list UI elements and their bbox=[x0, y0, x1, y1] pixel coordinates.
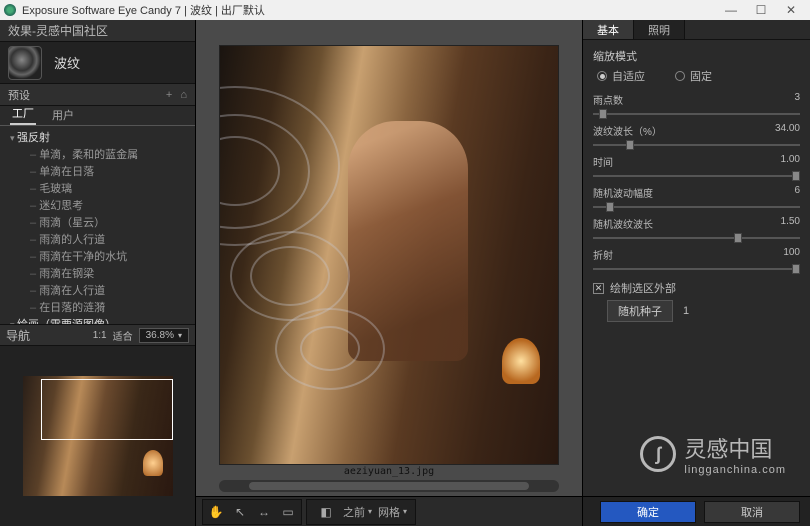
preset-label: 预设 bbox=[8, 87, 30, 103]
radio-fixed[interactable]: 固定 bbox=[675, 68, 712, 84]
effects-header: 效果-灵感中国社区 bbox=[0, 20, 195, 42]
preset-item[interactable]: 雨滴（星云） bbox=[10, 215, 193, 232]
slider-track[interactable] bbox=[593, 264, 800, 274]
canvas-toolbar: ✋ ↖ ↔ ▭ ◧ 之前▾ 网格▾ bbox=[196, 496, 582, 526]
minimize-button[interactable]: — bbox=[716, 3, 746, 17]
nav-header: 导航 1:1 适合 36.8% ▾ bbox=[0, 324, 195, 346]
slider-value: 3 bbox=[794, 92, 800, 107]
tab-lighting[interactable]: 照明 bbox=[634, 20, 685, 39]
preset-group[interactable]: 绘画（需要源图像） bbox=[10, 317, 193, 324]
slider-knob[interactable] bbox=[792, 171, 800, 181]
radio-auto[interactable]: 自适应 bbox=[597, 68, 645, 84]
slider-track[interactable] bbox=[593, 109, 800, 119]
seed-value: 1 bbox=[683, 305, 689, 317]
radio-dot-icon bbox=[675, 71, 685, 81]
ok-button[interactable]: 确定 bbox=[600, 501, 696, 523]
add-preset-icon[interactable]: + bbox=[166, 89, 172, 101]
preview-toggle-icon[interactable]: ◧ bbox=[315, 502, 337, 522]
preset-item[interactable]: 单滴在日落 bbox=[10, 164, 193, 181]
slider-knob[interactable] bbox=[626, 140, 634, 150]
slider-随机波纹波长: 随机波纹波长 1.50 bbox=[593, 216, 800, 243]
nav-label: 导航 bbox=[6, 327, 87, 344]
hand-tool-icon[interactable]: ✋ bbox=[205, 502, 227, 522]
preset-item[interactable]: 雨滴的人行道 bbox=[10, 232, 193, 249]
checkbox-icon: ✕ bbox=[593, 283, 604, 294]
slider-knob[interactable] bbox=[606, 202, 614, 212]
maximize-button[interactable]: ☐ bbox=[746, 3, 776, 17]
slider-track[interactable] bbox=[593, 233, 800, 243]
app-logo-icon bbox=[4, 4, 16, 16]
nav-fit[interactable]: 适合 bbox=[113, 328, 133, 343]
slider-时间: 时间 1.00 bbox=[593, 154, 800, 181]
nav-viewport-frame[interactable] bbox=[41, 379, 173, 440]
preset-item[interactable]: 单滴，柔和的蓝金属 bbox=[10, 147, 193, 164]
slider-折射: 折射 100 bbox=[593, 247, 800, 274]
chevron-down-icon: ▾ bbox=[178, 331, 182, 340]
left-panel: 效果-灵感中国社区 波纹 预设 + ⌂ 工厂 用户 强反射单滴，柔和的蓝金属单滴… bbox=[0, 20, 196, 526]
move-tool-icon[interactable]: ↔ bbox=[253, 502, 275, 522]
preset-item[interactable]: 迷幻思考 bbox=[10, 198, 193, 215]
slider-label: 波纹波长（%） bbox=[593, 123, 662, 138]
nav-ratio[interactable]: 1:1 bbox=[93, 330, 107, 341]
slider-value: 1.00 bbox=[781, 154, 800, 169]
slider-label: 随机波动幅度 bbox=[593, 185, 653, 200]
slider-value: 6 bbox=[794, 185, 800, 200]
close-button[interactable]: ✕ bbox=[776, 3, 806, 17]
slider-label: 雨点数 bbox=[593, 92, 623, 107]
slider-track[interactable] bbox=[593, 171, 800, 181]
nav-zoom-value: 36.8% bbox=[146, 330, 174, 341]
effect-name: 波纹 bbox=[54, 53, 80, 72]
tab-factory[interactable]: 工厂 bbox=[10, 103, 36, 125]
scale-mode-label: 缩放模式 bbox=[593, 48, 800, 64]
center-panel: aeziyuan_13.jpg ✋ ↖ ↔ ▭ ◧ 之前▾ 网格▾ bbox=[196, 20, 582, 526]
slider-label: 随机波纹波长 bbox=[593, 216, 653, 231]
select-tool-icon[interactable]: ▭ bbox=[277, 502, 299, 522]
slider-value: 100 bbox=[783, 247, 800, 262]
tab-basic[interactable]: 基本 bbox=[583, 20, 634, 39]
titlebar: Exposure Software Eye Candy 7 | 波纹 | 出厂默… bbox=[0, 0, 810, 20]
slider-雨点数: 雨点数 3 bbox=[593, 92, 800, 119]
grid-button[interactable]: 网格▾ bbox=[378, 502, 407, 522]
filename-label: aeziyuan_13.jpg bbox=[344, 465, 434, 480]
slider-随机波动幅度: 随机波动幅度 6 bbox=[593, 185, 800, 212]
slider-label: 折射 bbox=[593, 247, 613, 262]
right-tabs: 基本 照明 bbox=[583, 20, 810, 40]
random-seed-button[interactable]: 随机种子 bbox=[607, 300, 673, 322]
preset-item[interactable]: 在日落的涟漪 bbox=[10, 300, 193, 317]
canvas-hscrollbar[interactable] bbox=[219, 480, 559, 492]
cancel-button[interactable]: 取消 bbox=[704, 501, 800, 523]
slider-knob[interactable] bbox=[734, 233, 742, 243]
preset-item[interactable]: 雨滴在人行道 bbox=[10, 283, 193, 300]
radio-dot-icon bbox=[597, 71, 607, 81]
preset-item[interactable]: 毛玻璃 bbox=[10, 181, 193, 198]
effect-thumb-icon bbox=[8, 46, 42, 80]
preset-tree[interactable]: 强反射单滴，柔和的蓝金属单滴在日落毛玻璃迷幻思考雨滴（星云）雨滴的人行道雨滴在干… bbox=[0, 126, 195, 324]
current-effect: 波纹 bbox=[0, 42, 195, 84]
window-title: Exposure Software Eye Candy 7 | 波纹 | 出厂默… bbox=[22, 2, 265, 18]
slider-value: 1.50 bbox=[781, 216, 800, 231]
preview-canvas[interactable] bbox=[219, 45, 559, 465]
preset-item[interactable]: 雨滴在钢梁 bbox=[10, 266, 193, 283]
slider-label: 时间 bbox=[593, 154, 613, 169]
nav-preview[interactable] bbox=[0, 346, 195, 526]
slider-knob[interactable] bbox=[792, 264, 800, 274]
preset-item[interactable]: 雨滴在干净的水坑 bbox=[10, 249, 193, 266]
tab-user[interactable]: 用户 bbox=[50, 105, 76, 125]
right-panel: 基本 照明 缩放模式 自适应 固定 雨点数 3 波纹波长（%） 34.00 时间 1.… bbox=[582, 20, 810, 526]
preset-tabs: 工厂 用户 bbox=[0, 106, 195, 126]
nav-thumbnail bbox=[23, 376, 173, 496]
pointer-tool-icon[interactable]: ↖ bbox=[229, 502, 251, 522]
slider-波纹波长（%）: 波纹波长（%） 34.00 bbox=[593, 123, 800, 150]
home-preset-icon[interactable]: ⌂ bbox=[180, 89, 187, 101]
draw-outside-checkbox[interactable]: ✕ 绘制选区外部 bbox=[593, 280, 800, 296]
slider-track[interactable] bbox=[593, 202, 800, 212]
slider-track[interactable] bbox=[593, 140, 800, 150]
preset-group[interactable]: 强反射 bbox=[10, 130, 193, 147]
nav-zoom-select[interactable]: 36.8% ▾ bbox=[139, 328, 189, 343]
slider-value: 34.00 bbox=[775, 123, 800, 138]
dialog-footer: 确定 取消 bbox=[583, 496, 810, 526]
slider-knob[interactable] bbox=[599, 109, 607, 119]
before-button[interactable]: 之前▾ bbox=[343, 502, 372, 522]
